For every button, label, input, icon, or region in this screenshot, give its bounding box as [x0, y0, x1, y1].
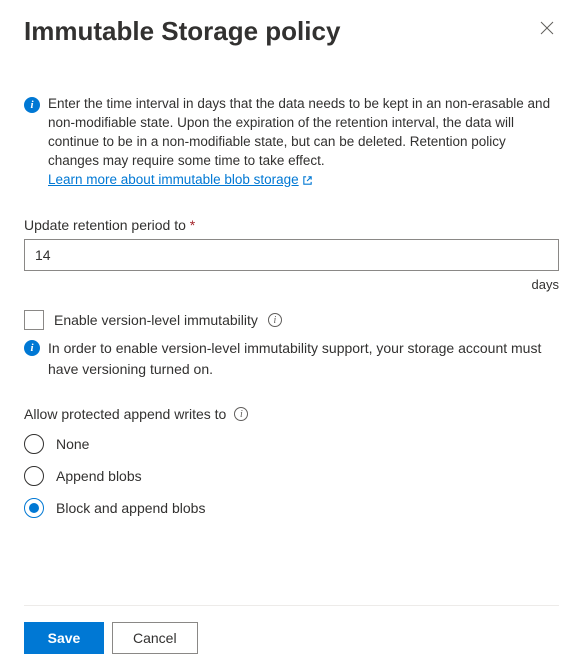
close-icon: [539, 20, 555, 39]
info-block: i Enter the time interval in days that t…: [24, 95, 559, 189]
radio-option-block-append[interactable]: Block and append blobs: [24, 498, 559, 518]
append-writes-label: Allow protected append writes to i: [24, 406, 559, 422]
info-outline-icon[interactable]: i: [234, 407, 248, 421]
radio-label: Block and append blobs: [56, 500, 205, 516]
learn-more-link[interactable]: Learn more about immutable blob storage: [48, 171, 313, 190]
cancel-button[interactable]: Cancel: [112, 622, 198, 654]
radio-icon: [24, 466, 44, 486]
radio-option-append[interactable]: Append blobs: [24, 466, 559, 486]
close-button[interactable]: [535, 16, 559, 43]
radio-option-none[interactable]: None: [24, 434, 559, 454]
radio-icon: [24, 498, 44, 518]
version-level-warning: In order to enable version-level immutab…: [48, 338, 559, 380]
save-button[interactable]: Save: [24, 622, 104, 654]
version-level-checkbox[interactable]: [24, 310, 44, 330]
info-text: Enter the time interval in days that the…: [48, 95, 559, 189]
page-title: Immutable Storage policy: [24, 16, 340, 47]
radio-label: None: [56, 436, 89, 452]
retention-input[interactable]: [24, 239, 559, 271]
radio-icon: [24, 434, 44, 454]
info-outline-icon[interactable]: i: [268, 313, 282, 327]
retention-label: Update retention period to *: [24, 217, 559, 233]
info-icon: i: [24, 97, 40, 113]
radio-label: Append blobs: [56, 468, 142, 484]
external-link-icon: [302, 175, 313, 186]
retention-unit: days: [24, 277, 559, 292]
info-icon: i: [24, 340, 40, 356]
version-level-label: Enable version-level immutability: [54, 312, 258, 328]
